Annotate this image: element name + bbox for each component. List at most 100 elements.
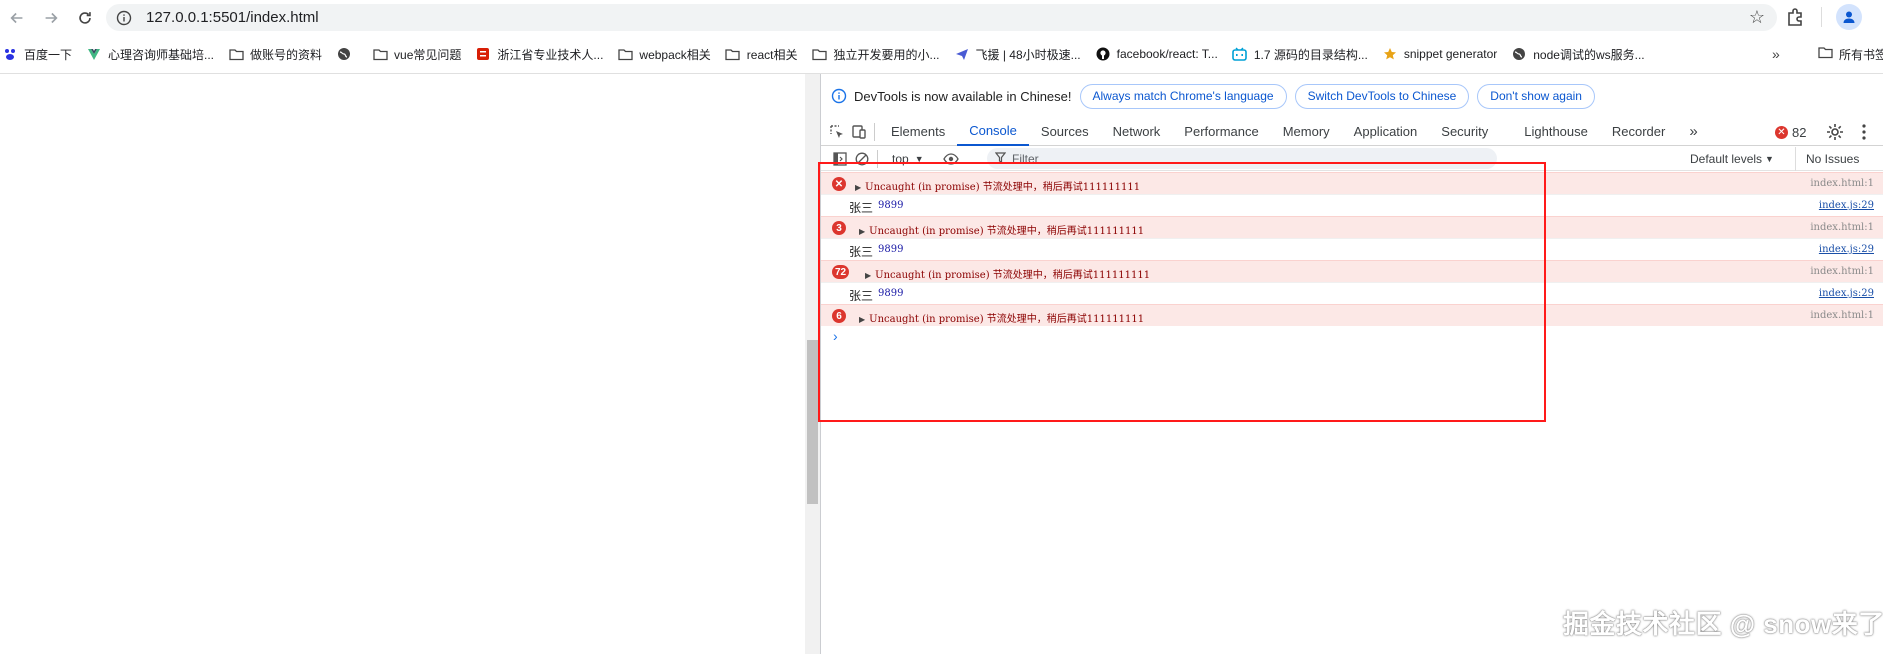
error-text: Uncaught (in promise) 节流处理中，稍后再试11111111… [869, 226, 1145, 237]
bookmarks-overflow-button[interactable]: » [1772, 40, 1780, 68]
url-text[interactable]: 127.0.0.1:5501/index.html [146, 9, 319, 26]
console-log-row[interactable]: 张三 9899 index.js:29 [821, 194, 1883, 216]
folder-icon [617, 46, 633, 62]
github-icon [1095, 46, 1111, 62]
bookmark-item[interactable]: node调试的ws服务... [1511, 40, 1645, 68]
bookmark-item[interactable]: snippet generator [1382, 40, 1497, 68]
expand-triangle-icon[interactable]: ▶ [865, 271, 871, 280]
bookmark-item[interactable]: 独立开发要用的小... [811, 40, 940, 68]
sidebar-toggle-icon[interactable] [829, 148, 851, 170]
error-message[interactable]: ▶ Uncaught (in promise) 节流处理中，稍后再试1111111… [865, 266, 1150, 281]
folder-icon [228, 46, 244, 62]
tab-network[interactable]: Network [1101, 118, 1173, 146]
info-icon [830, 87, 848, 105]
bookmark-label: 所有书签 [1839, 47, 1883, 62]
console-prompt[interactable]: › [821, 326, 1883, 348]
language-infobar: DevTools is now available in Chinese! Al… [821, 74, 1883, 118]
log-levels-dropdown[interactable]: Default levels ▼ [1690, 147, 1774, 171]
issues-button[interactable]: No Issues [1795, 147, 1859, 171]
tab-elements[interactable]: Elements [879, 118, 957, 146]
bookmarks-bar: 百度一下 心理咨询师基础培... 做账号的资料 vue常见问题 浙江省专业技术人… [0, 40, 1883, 68]
console-toolbar: top ▼ Filter Default levels ▼ No Issues [821, 147, 1883, 171]
page-scrollbar-thumb[interactable] [807, 340, 818, 504]
globe-icon [336, 46, 352, 62]
bookmark-item[interactable]: react相关 [725, 40, 797, 68]
bookmark-item[interactable]: webpack相关 [617, 40, 711, 68]
clear-console-icon[interactable] [851, 148, 873, 170]
error-count-value: 82 [1792, 124, 1807, 140]
expand-triangle-icon[interactable]: ▶ [859, 227, 865, 236]
tab-performance[interactable]: Performance [1172, 118, 1270, 146]
error-x-icon: ✕ [1775, 125, 1788, 139]
source-link[interactable]: index.js:29 [1819, 288, 1874, 299]
all-bookmarks-folder[interactable]: 所有书签 [1818, 40, 1883, 68]
switch-to-chinese-button[interactable]: Switch DevTools to Chinese [1294, 83, 1470, 109]
device-toolbar-icon[interactable] [848, 122, 870, 142]
console-error-row[interactable]: ✕ ▶ Uncaught (in promise) 节流处理中，稍后再试11111… [821, 172, 1883, 194]
filter-icon [994, 151, 1007, 166]
infobar-message: DevTools is now available in Chinese! [854, 88, 1072, 104]
inspect-element-icon[interactable] [826, 122, 848, 142]
tab-sources[interactable]: Sources [1029, 118, 1101, 146]
context-selector[interactable]: top ▼ [892, 152, 924, 166]
error-message[interactable]: ▶ Uncaught (in promise) 节流处理中，稍后再试1111111… [859, 222, 1144, 237]
tab-recorder[interactable]: Recorder [1600, 118, 1677, 146]
plane-icon [954, 46, 970, 62]
error-message[interactable]: ▶ Uncaught (in promise) 节流处理中，稍后再试1111111… [859, 310, 1144, 325]
back-button[interactable] [0, 1, 34, 35]
tab-console[interactable]: Console [957, 118, 1029, 146]
forward-button[interactable] [34, 1, 68, 35]
tab-security[interactable]: Security [1429, 118, 1500, 146]
tab-memory[interactable]: Memory [1271, 118, 1342, 146]
source-link[interactable]: index.html:1 [1810, 266, 1874, 277]
site-info-icon[interactable] [110, 4, 138, 31]
console-error-row[interactable]: 72 ▶ Uncaught (in promise) 节流处理中，稍后再试1111… [821, 260, 1883, 282]
log-levels-label: Default levels [1690, 152, 1763, 166]
extensions-icon[interactable] [1784, 6, 1806, 28]
bookmark-item[interactable]: facebook/react: T... [1095, 40, 1218, 68]
bilibili-icon [1232, 46, 1248, 62]
bookmark-label: 1.7 源码的目录结构... [1253, 47, 1368, 62]
tab-lighthouse[interactable]: Lighthouse [1512, 118, 1600, 146]
console-log-row[interactable]: 张三 9899 index.js:29 [821, 282, 1883, 304]
bookmark-item[interactable]: 心理咨询师基础培... [86, 40, 214, 68]
chevron-down-icon: ▼ [1765, 154, 1774, 164]
console-error-row[interactable]: 3 ▶ Uncaught (in promise) 节流处理中，稍后再试11111… [821, 216, 1883, 238]
bookmark-label: 独立开发要用的小... [833, 47, 940, 62]
bookmark-item[interactable] [336, 40, 358, 68]
source-link[interactable]: index.js:29 [1819, 200, 1874, 211]
source-link[interactable]: index.html:1 [1810, 178, 1874, 189]
bookmark-item[interactable]: 浙江省专业技术人... [475, 40, 603, 68]
kebab-menu-icon[interactable] [1857, 122, 1871, 142]
dont-show-again-button[interactable]: Don't show again [1477, 83, 1595, 109]
expand-triangle-icon[interactable]: ▶ [859, 315, 865, 324]
gear-icon[interactable] [1825, 122, 1845, 142]
source-link[interactable]: index.js:29 [1819, 244, 1874, 255]
filter-placeholder: Filter [1012, 151, 1039, 166]
bookmark-star-icon[interactable]: ☆ [1749, 8, 1765, 26]
filter-input[interactable]: Filter [987, 148, 1497, 169]
match-language-button[interactable]: Always match Chrome's language [1079, 83, 1287, 109]
console-error-row[interactable]: 6 ▶ Uncaught (in promise) 节流处理中，稍后再试11111… [821, 304, 1883, 326]
error-message[interactable]: ▶ Uncaught (in promise) 节流处理中，稍后再试1111111… [855, 178, 1140, 193]
bookmark-item[interactable]: 飞援 | 48小时极速... [954, 40, 1081, 68]
reload-button[interactable] [68, 1, 102, 35]
expand-triangle-icon[interactable]: ▶ [855, 183, 861, 192]
bookmark-label: webpack相关 [639, 47, 711, 62]
tab-application[interactable]: Application [1342, 118, 1430, 146]
bookmark-item[interactable]: 百度一下 [2, 40, 72, 68]
console-log-row[interactable]: 张三 9899 index.js:29 [821, 238, 1883, 260]
bookmark-item[interactable]: 做账号的资料 [228, 40, 322, 68]
error-counter[interactable]: ✕ 82 [1775, 118, 1806, 146]
page-viewport[interactable] [0, 74, 805, 654]
bookmark-item[interactable]: vue常见问题 [372, 40, 461, 68]
eye-icon[interactable] [940, 148, 962, 170]
source-link[interactable]: index.html:1 [1810, 222, 1874, 233]
profile-avatar[interactable] [1836, 4, 1862, 30]
bookmark-item[interactable]: 1.7 源码的目录结构... [1232, 40, 1368, 68]
more-tabs-button[interactable]: » [1677, 118, 1709, 146]
error-text: Uncaught (in promise) 节流处理中，稍后再试11111111… [875, 270, 1151, 281]
source-link[interactable]: index.html:1 [1810, 310, 1874, 321]
bookmark-label: 心理咨询师基础培... [108, 47, 215, 62]
address-bar[interactable]: 127.0.0.1:5501/index.html ☆ [106, 4, 1777, 31]
